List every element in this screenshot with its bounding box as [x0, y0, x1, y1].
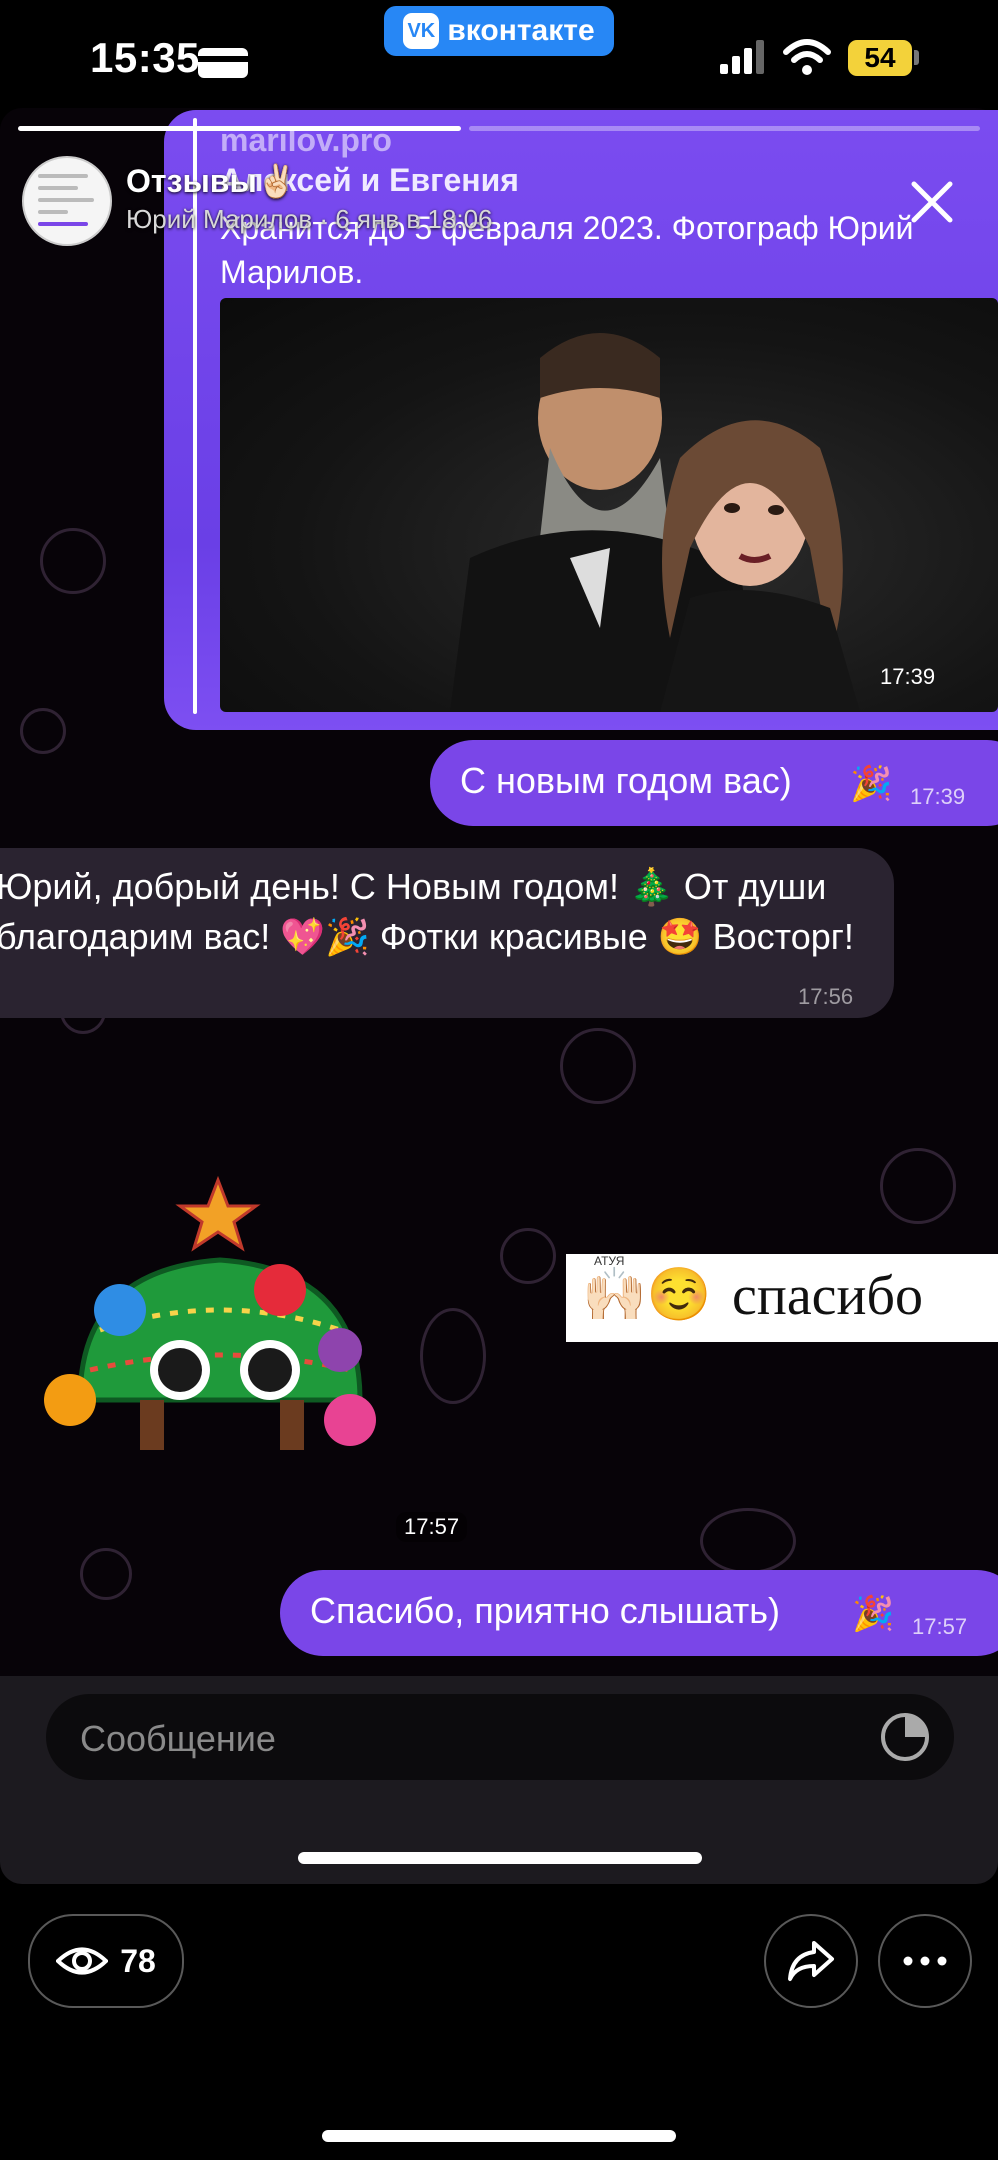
battery-icon: 54 [848, 40, 912, 76]
message-bubble-outgoing[interactable]: Спасибо, приятно слышать) 🎉 17:57 [280, 1570, 998, 1656]
story-progress-remaining [469, 126, 980, 131]
card-icon [198, 48, 248, 78]
message-input[interactable]: Сообщение [46, 1694, 954, 1780]
vk-logo-icon: VK [403, 13, 440, 49]
battery-tip [914, 50, 919, 65]
sticker-time: 17:57 [396, 1512, 468, 1542]
message-time: 17:39 [910, 784, 966, 809]
spasibo-text: спасибо [732, 1265, 923, 1327]
share-button[interactable] [764, 1914, 858, 2008]
wifi-icon [783, 39, 831, 75]
story-title[interactable]: Отзывы✌🏻 [126, 162, 297, 200]
party-emoji: 🎉 [852, 1595, 895, 1633]
story-progress-bar [18, 126, 461, 131]
avatar[interactable] [22, 156, 112, 246]
status-time: 15:35 [90, 34, 200, 81]
hands-emoji: 🙌🏻☺️ [582, 1266, 712, 1324]
views-button[interactable]: 78 [28, 1914, 184, 2008]
inner-home-indicator [298, 1852, 702, 1864]
party-emoji: 🎉 [850, 765, 893, 803]
vk-app-label: вконтакте [447, 14, 595, 47]
message-bubble-outgoing[interactable]: С новым годом вас) 🎉 17:39 [430, 740, 998, 826]
tree-sticker[interactable] [40, 1170, 410, 1470]
views-count: 78 [120, 1942, 156, 1979]
message-placeholder: Сообщение [80, 1718, 276, 1759]
message-text: С новым годом вас) [460, 760, 792, 801]
signal-icon [720, 40, 764, 74]
message-time: 17:57 [912, 1614, 968, 1639]
home-indicator [322, 2130, 676, 2142]
couple-photo-illustration [450, 333, 860, 712]
message-text: Юрий, добрый день! С Новым годом! 🎄 От д… [0, 866, 854, 957]
message-text: Спасибо, приятно слышать) [310, 1590, 781, 1631]
message-time: 17:56 [798, 984, 854, 1009]
share-icon [788, 1941, 834, 1981]
vk-app-pill[interactable]: VK вконтакте [384, 6, 614, 56]
more-button[interactable] [878, 1914, 972, 2008]
message-bubble-incoming[interactable]: Юрий, добрый день! С Новым годом! 🎄 От д… [0, 848, 894, 1018]
close-icon[interactable] [900, 170, 964, 234]
couple-photo[interactable] [220, 298, 998, 712]
photo-time: 17:39 [880, 664, 936, 689]
sticker-icon[interactable] [878, 1710, 932, 1764]
story-subtitle: Юрий Марилов · 6 янв в 18:06 [126, 204, 493, 234]
more-icon [903, 1956, 947, 1966]
spasibo-image[interactable]: АТУЯ 🙌🏻☺️ спасибо [566, 1254, 998, 1342]
eye-icon [56, 1947, 109, 1975]
